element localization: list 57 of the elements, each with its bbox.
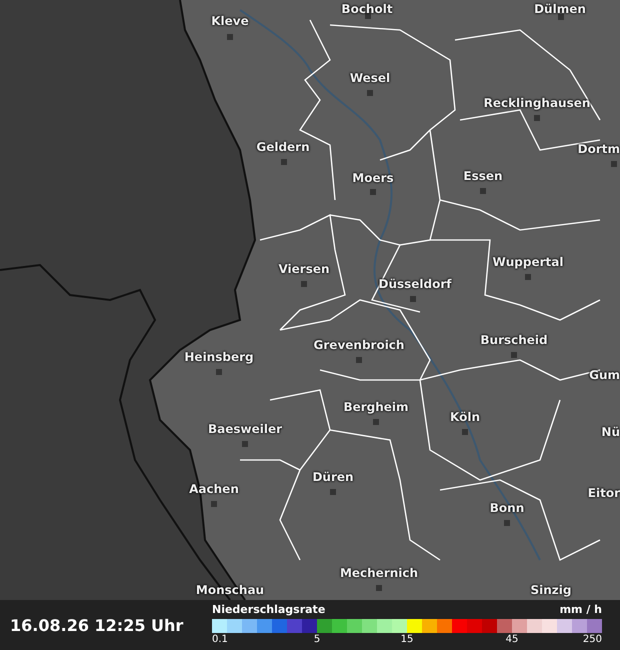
city-marker-icon bbox=[365, 13, 371, 19]
city-marker-icon bbox=[227, 34, 233, 40]
city-marker-icon bbox=[558, 14, 564, 20]
timestamp: 16.08.26 12:25 Uhr bbox=[9, 616, 184, 634]
city-marker-icon bbox=[301, 281, 307, 287]
city-marker-icon bbox=[373, 419, 379, 425]
city-label: Dülmen bbox=[534, 2, 586, 16]
city-marker-icon bbox=[462, 429, 468, 435]
city-marker-icon bbox=[281, 159, 287, 165]
city-label: Dortm bbox=[578, 142, 620, 156]
city-label: Geldern bbox=[256, 140, 310, 154]
city-marker-icon bbox=[356, 357, 362, 363]
legend-tick-label: 0.1 bbox=[212, 634, 228, 645]
city-label: Sinzig bbox=[530, 583, 572, 597]
legend-unit: mm / h bbox=[560, 603, 602, 616]
legend-tick-label: 45 bbox=[506, 634, 518, 645]
city-label: Recklinghausen bbox=[484, 96, 590, 110]
city-marker-icon bbox=[330, 489, 336, 495]
city-label: Bocholt bbox=[341, 2, 393, 16]
legend-tick-label: 250 bbox=[582, 634, 602, 645]
city-label: Burscheid bbox=[480, 333, 548, 347]
city-marker-icon bbox=[504, 520, 510, 526]
city-marker-icon bbox=[370, 189, 376, 195]
city-marker-icon bbox=[211, 501, 217, 507]
city-label: Grevenbroich bbox=[314, 338, 404, 352]
city-label: Nü bbox=[601, 425, 620, 439]
city-label: Moers bbox=[352, 171, 394, 185]
city-marker-icon bbox=[480, 188, 486, 194]
city-marker-icon bbox=[534, 115, 540, 121]
city-marker-icon bbox=[376, 585, 382, 591]
legend-tick-label: 5 bbox=[314, 634, 320, 645]
city-label: Kleve bbox=[211, 14, 249, 28]
city-label: Monschau bbox=[196, 583, 264, 597]
city-label: Aachen bbox=[189, 482, 239, 496]
city-label: Wesel bbox=[350, 71, 390, 85]
city-marker-icon bbox=[216, 369, 222, 375]
city-label: Baesweiler bbox=[208, 422, 282, 436]
city-label: Köln bbox=[450, 410, 480, 424]
city-label: Gum bbox=[589, 368, 620, 382]
legend-tick-label: 15 bbox=[400, 634, 414, 645]
city-marker-icon bbox=[242, 441, 248, 447]
city-label: Essen bbox=[463, 169, 503, 183]
legend-title: Niederschlagsrate bbox=[212, 603, 326, 616]
city-label: Viersen bbox=[278, 262, 330, 276]
city-label: Düren bbox=[312, 470, 354, 484]
city-label: Wuppertal bbox=[492, 255, 564, 269]
city-label: Eitor bbox=[588, 486, 620, 500]
city-marker-icon bbox=[511, 352, 517, 358]
city-label: Düsseldorf bbox=[378, 277, 452, 291]
city-marker-icon bbox=[367, 90, 373, 96]
city-marker-icon bbox=[410, 296, 416, 302]
city-marker-icon bbox=[611, 161, 617, 167]
city-label: Bergheim bbox=[343, 400, 409, 414]
city-label: Bonn bbox=[490, 501, 524, 515]
city-marker-icon bbox=[525, 274, 531, 280]
city-label: Mechernich bbox=[340, 566, 418, 580]
city-label: Heinsberg bbox=[184, 350, 254, 364]
